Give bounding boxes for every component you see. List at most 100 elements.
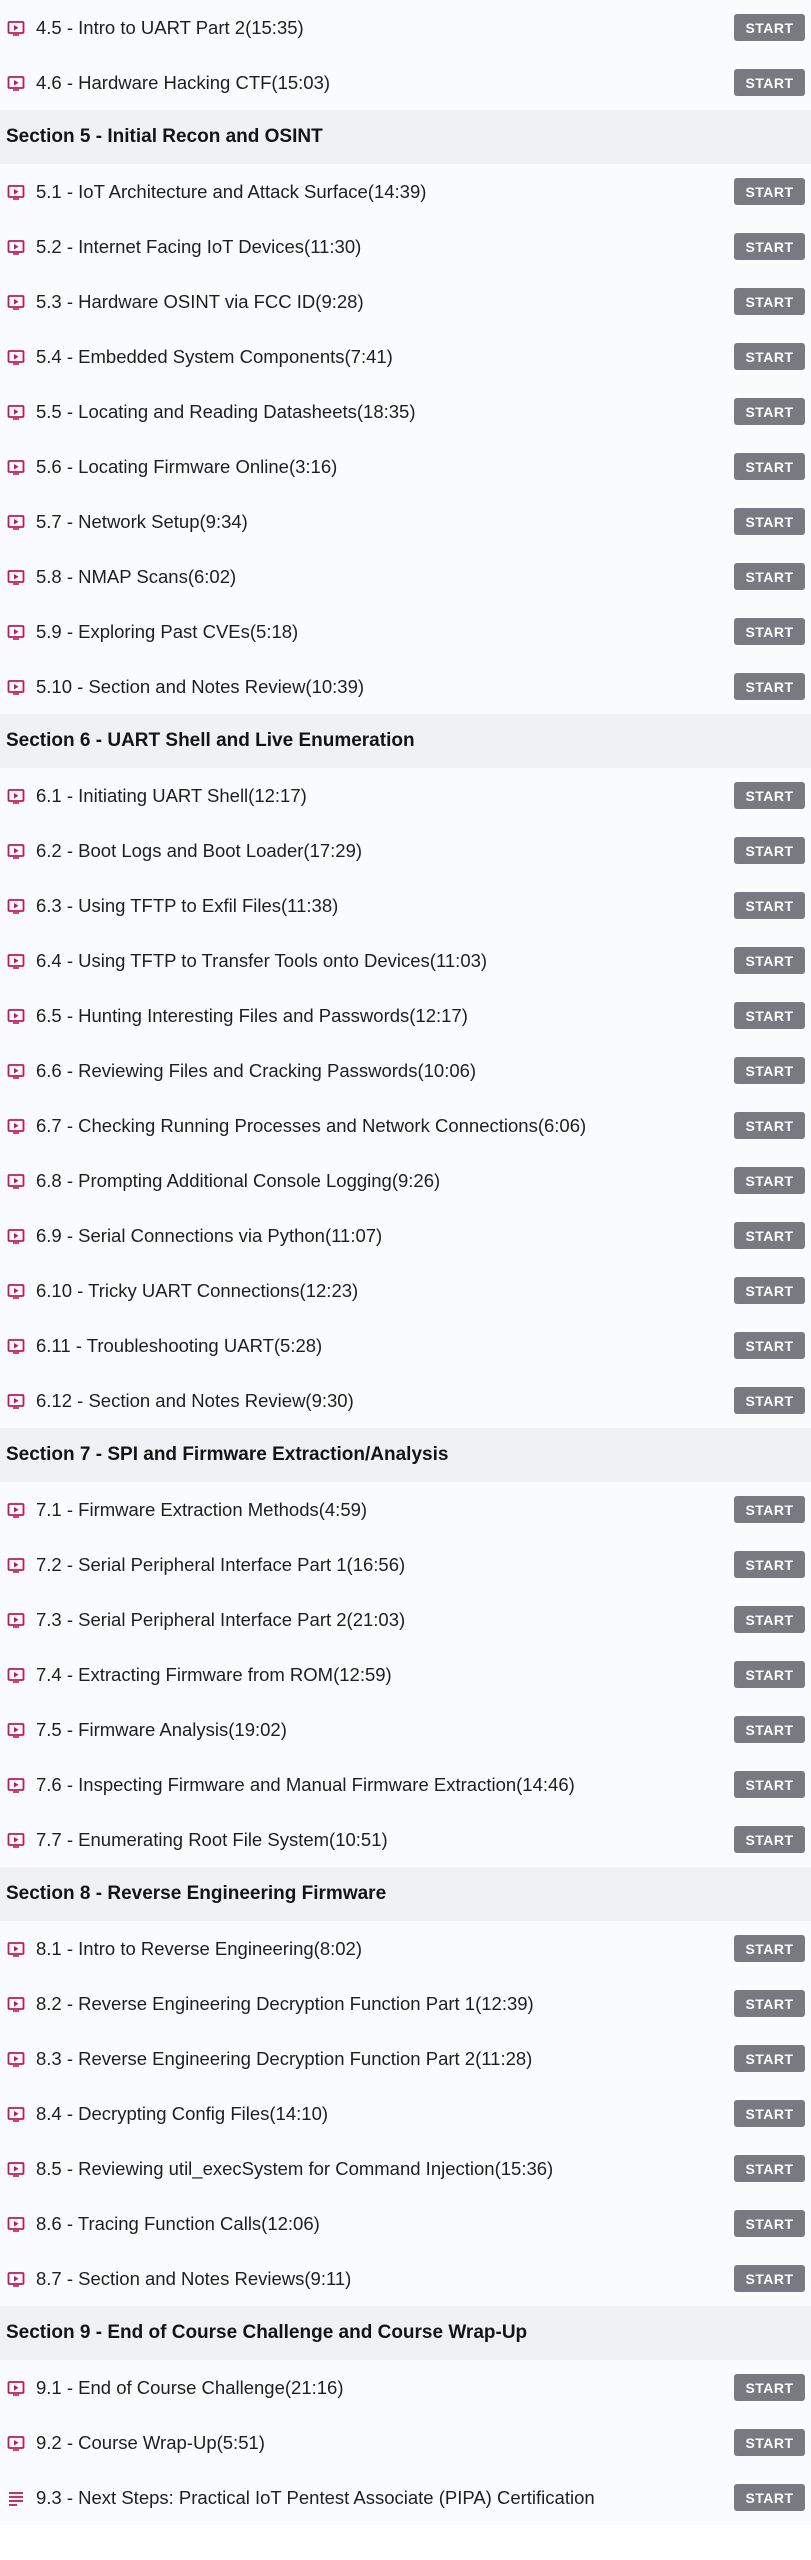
start-button[interactable]: START — [734, 563, 805, 590]
start-button[interactable]: START — [734, 947, 805, 974]
lecture-title[interactable]: 6.12 - Section and Notes Review(9:30) — [36, 1390, 734, 1412]
lecture-title[interactable]: 6.6 - Reviewing Files and Cracking Passw… — [36, 1060, 734, 1082]
start-button[interactable]: START — [734, 2045, 805, 2072]
lecture-row[interactable]: 5.8 - NMAP Scans(6:02) START — [0, 549, 811, 604]
start-button[interactable]: START — [734, 2155, 805, 2182]
start-button[interactable]: START — [734, 398, 805, 425]
lecture-row[interactable]: 5.6 - Locating Firmware Online(3:16) STAR… — [0, 439, 811, 494]
start-button[interactable]: START — [734, 673, 805, 700]
lecture-row[interactable]: 6.4 - Using TFTP to Transfer Tools onto … — [0, 933, 811, 988]
lecture-title[interactable]: 5.8 - NMAP Scans(6:02) — [36, 566, 734, 588]
start-button[interactable]: START — [734, 288, 805, 315]
lecture-row[interactable]: 7.6 - Inspecting Firmware and Manual Fir… — [0, 1757, 811, 1812]
lecture-row[interactable]: 9.3 - Next Steps: Practical IoT Pentest … — [0, 2470, 811, 2525]
lecture-row[interactable]: 8.1 - Intro to Reverse Engineering(8:02)… — [0, 1921, 811, 1976]
lecture-title[interactable]: 6.7 - Checking Running Processes and Net… — [36, 1115, 734, 1137]
start-button[interactable]: START — [734, 2265, 805, 2292]
start-button[interactable]: START — [734, 837, 805, 864]
lecture-title[interactable]: 7.7 - Enumerating Root File System(10:51… — [36, 1829, 734, 1851]
lecture-title[interactable]: 6.9 - Serial Connections via Python(11:0… — [36, 1225, 734, 1247]
lecture-title[interactable]: 5.5 - Locating and Reading Datasheets(18… — [36, 401, 734, 423]
lecture-row[interactable]: 6.3 - Using TFTP to Exfil Files(11:38) ST… — [0, 878, 811, 933]
lecture-row[interactable]: 7.5 - Firmware Analysis(19:02) START — [0, 1702, 811, 1757]
lecture-row[interactable]: 8.6 - Tracing Function Calls(12:06) START — [0, 2196, 811, 2251]
start-button[interactable]: START — [734, 343, 805, 370]
lecture-row[interactable]: 5.9 - Exploring Past CVEs(5:18) START — [0, 604, 811, 659]
lecture-row[interactable]: 6.2 - Boot Logs and Boot Loader(17:29) ST… — [0, 823, 811, 878]
start-button[interactable]: START — [734, 178, 805, 205]
start-button[interactable]: START — [734, 1606, 805, 1633]
lecture-title[interactable]: 9.2 - Course Wrap-Up(5:51) — [36, 2432, 734, 2454]
lecture-row[interactable]: 5.10 - Section and Notes Review(10:39) ST… — [0, 659, 811, 714]
lecture-row[interactable]: 8.5 - Reviewing util_execSystem for Comm… — [0, 2141, 811, 2196]
lecture-title[interactable]: 7.5 - Firmware Analysis(19:02) — [36, 1719, 734, 1741]
start-button[interactable]: START — [734, 2429, 805, 2456]
start-button[interactable]: START — [734, 1332, 805, 1359]
lecture-title[interactable]: 5.7 - Network Setup(9:34) — [36, 511, 734, 533]
start-button[interactable]: START — [734, 2484, 805, 2511]
lecture-title[interactable]: 7.1 - Firmware Extraction Methods(4:59) — [36, 1499, 734, 1521]
lecture-row[interactable]: 6.9 - Serial Connections via Python(11:0… — [0, 1208, 811, 1263]
lecture-title[interactable]: 5.2 - Internet Facing IoT Devices(11:30) — [36, 236, 734, 258]
lecture-title[interactable]: 8.4 - Decrypting Config Files(14:10) — [36, 2103, 734, 2125]
start-button[interactable]: START — [734, 782, 805, 809]
start-button[interactable]: START — [734, 508, 805, 535]
start-button[interactable]: START — [734, 2210, 805, 2237]
start-button[interactable]: START — [734, 1387, 805, 1414]
lecture-row[interactable]: 7.7 - Enumerating Root File System(10:51… — [0, 1812, 811, 1867]
lecture-row[interactable]: 6.8 - Prompting Additional Console Loggi… — [0, 1153, 811, 1208]
lecture-row[interactable]: 5.7 - Network Setup(9:34) START — [0, 494, 811, 549]
lecture-row[interactable]: 9.1 - End of Course Challenge(21:16) STAR… — [0, 2360, 811, 2415]
lecture-title[interactable]: 7.6 - Inspecting Firmware and Manual Fir… — [36, 1774, 734, 1796]
start-button[interactable]: START — [734, 1002, 805, 1029]
lecture-row[interactable]: 6.11 - Troubleshooting UART(5:28) START — [0, 1318, 811, 1373]
lecture-row[interactable]: 4.5 - Intro to UART Part 2(15:35) START — [0, 0, 811, 55]
lecture-title[interactable]: 6.10 - Tricky UART Connections(12:23) — [36, 1280, 734, 1302]
lecture-title[interactable]: 5.9 - Exploring Past CVEs(5:18) — [36, 621, 734, 643]
start-button[interactable]: START — [734, 1167, 805, 1194]
lecture-title[interactable]: 9.3 - Next Steps: Practical IoT Pentest … — [36, 2487, 734, 2509]
start-button[interactable]: START — [734, 1112, 805, 1139]
start-button[interactable]: START — [734, 618, 805, 645]
start-button[interactable]: START — [734, 1222, 805, 1249]
lecture-title[interactable]: 8.6 - Tracing Function Calls(12:06) — [36, 2213, 734, 2235]
start-button[interactable]: START — [734, 1496, 805, 1523]
lecture-title[interactable]: 6.8 - Prompting Additional Console Loggi… — [36, 1170, 734, 1192]
lecture-title[interactable]: 8.7 - Section and Notes Reviews(9:11) — [36, 2268, 734, 2290]
lecture-title[interactable]: 7.2 - Serial Peripheral Interface Part 1… — [36, 1554, 734, 1576]
lecture-row[interactable]: 6.7 - Checking Running Processes and Net… — [0, 1098, 811, 1153]
lecture-row[interactable]: 6.5 - Hunting Interesting Files and Pass… — [0, 988, 811, 1043]
start-button[interactable]: START — [734, 14, 805, 41]
start-button[interactable]: START — [734, 453, 805, 480]
lecture-row[interactable]: 8.7 - Section and Notes Reviews(9:11) STA… — [0, 2251, 811, 2306]
start-button[interactable]: START — [734, 1826, 805, 1853]
lecture-title[interactable]: 8.2 - Reverse Engineering Decryption Fun… — [36, 1993, 734, 2015]
lecture-row[interactable]: 7.4 - Extracting Firmware from ROM(12:59… — [0, 1647, 811, 1702]
lecture-title[interactable]: 7.4 - Extracting Firmware from ROM(12:59… — [36, 1664, 734, 1686]
lecture-row[interactable]: 7.1 - Firmware Extraction Methods(4:59) S… — [0, 1482, 811, 1537]
start-button[interactable]: START — [734, 1277, 805, 1304]
lecture-title[interactable]: 4.6 - Hardware Hacking CTF(15:03) — [36, 72, 734, 94]
start-button[interactable]: START — [734, 2100, 805, 2127]
start-button[interactable]: START — [734, 233, 805, 260]
lecture-row[interactable]: 7.3 - Serial Peripheral Interface Part 2… — [0, 1592, 811, 1647]
lecture-title[interactable]: 5.10 - Section and Notes Review(10:39) — [36, 676, 734, 698]
lecture-title[interactable]: 6.11 - Troubleshooting UART(5:28) — [36, 1335, 734, 1357]
start-button[interactable]: START — [734, 1716, 805, 1743]
lecture-row[interactable]: 5.2 - Internet Facing IoT Devices(11:30)… — [0, 219, 811, 274]
lecture-title[interactable]: 5.4 - Embedded System Components(7:41) — [36, 346, 734, 368]
lecture-title[interactable]: 6.1 - Initiating UART Shell(12:17) — [36, 785, 734, 807]
lecture-title[interactable]: 5.1 - IoT Architecture and Attack Surfac… — [36, 181, 734, 203]
start-button[interactable]: START — [734, 2374, 805, 2401]
start-button[interactable]: START — [734, 1771, 805, 1798]
lecture-title[interactable]: 5.3 - Hardware OSINT via FCC ID(9:28) — [36, 291, 734, 313]
lecture-title[interactable]: 6.2 - Boot Logs and Boot Loader(17:29) — [36, 840, 734, 862]
start-button[interactable]: START — [734, 1057, 805, 1084]
lecture-row[interactable]: 4.6 - Hardware Hacking CTF(15:03) START — [0, 55, 811, 110]
start-button[interactable]: START — [734, 69, 805, 96]
lecture-title[interactable]: 8.3 - Reverse Engineering Decryption Fun… — [36, 2048, 734, 2070]
lecture-title[interactable]: 6.4 - Using TFTP to Transfer Tools onto … — [36, 950, 734, 972]
lecture-row[interactable]: 5.5 - Locating and Reading Datasheets(18… — [0, 384, 811, 439]
lecture-title[interactable]: 5.6 - Locating Firmware Online(3:16) — [36, 456, 734, 478]
start-button[interactable]: START — [734, 1551, 805, 1578]
